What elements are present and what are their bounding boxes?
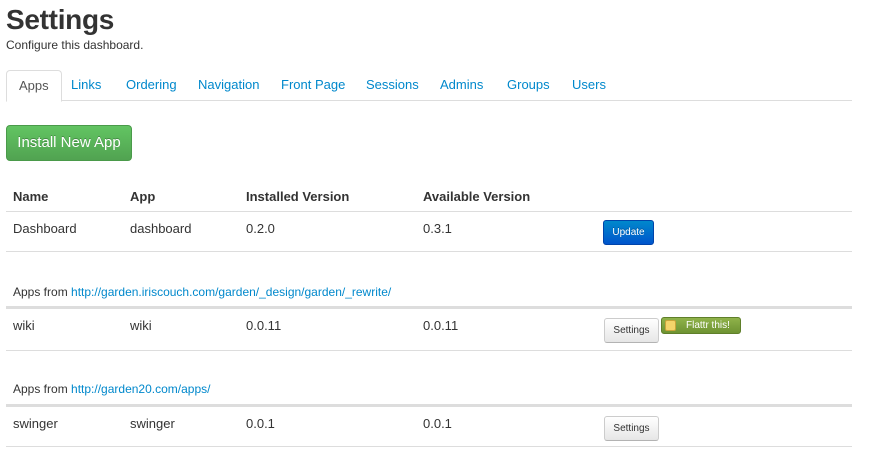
settings-button[interactable]: Settings: [604, 318, 659, 343]
row-divider: [6, 350, 852, 351]
available-version: 0.3.1: [423, 221, 452, 236]
header-divider: [6, 211, 852, 212]
app-name: swinger: [13, 416, 58, 431]
tab-sessions[interactable]: Sessions: [354, 70, 431, 101]
tab-ordering[interactable]: Ordering: [114, 70, 189, 101]
source-divider: [6, 404, 852, 407]
source-link[interactable]: http://garden20.com/apps/: [71, 382, 210, 396]
source-heading: Apps from http://garden20.com/apps/: [13, 382, 210, 396]
available-version: 0.0.1: [423, 416, 452, 431]
page-title: Settings: [6, 4, 115, 35]
source-heading: Apps from http://garden.iriscouch.com/ga…: [13, 285, 391, 299]
column-header-available-version: Available Version: [423, 189, 531, 204]
app-id: dashboard: [130, 221, 192, 236]
tab-users[interactable]: Users: [560, 70, 618, 101]
installed-version: 0.0.11: [246, 318, 282, 333]
available-version: 0.0.11: [423, 318, 459, 333]
installed-version: 0.2.0: [246, 221, 275, 236]
source-divider: [6, 306, 852, 309]
row-divider: [6, 446, 852, 447]
settings-page: Settings Configure this dashboard. Apps …: [0, 0, 879, 476]
flattr-button[interactable]: Flattr this!: [661, 317, 741, 334]
column-header-app: App: [130, 189, 156, 204]
source-prefix: Apps from: [13, 382, 68, 396]
column-header-name: Name: [13, 189, 49, 204]
flattr-icon: [665, 320, 676, 331]
flattr-label: Flattr this!: [686, 320, 730, 331]
app-name: wiki: [13, 318, 35, 333]
installed-version: 0.0.1: [246, 416, 275, 431]
tab-links[interactable]: Links: [59, 70, 113, 101]
tab-apps[interactable]: Apps: [6, 70, 62, 102]
tab-front-page[interactable]: Front Page: [269, 70, 357, 101]
column-header-installed-version: Installed Version: [246, 189, 350, 204]
app-name: Dashboard: [13, 221, 77, 236]
tab-admins[interactable]: Admins: [428, 70, 495, 101]
app-id: wiki: [130, 318, 152, 333]
tab-navigation[interactable]: Navigation: [186, 70, 271, 101]
tab-groups[interactable]: Groups: [495, 70, 562, 101]
source-link[interactable]: http://garden.iriscouch.com/garden/_desi…: [71, 285, 391, 299]
settings-tabs: Apps Links Ordering Navigation Front Pag…: [6, 70, 852, 102]
row-divider: [6, 251, 852, 252]
update-button[interactable]: Update: [603, 220, 654, 245]
install-new-app-button[interactable]: Install New App: [6, 125, 132, 161]
page-subtitle: Configure this dashboard.: [6, 38, 144, 52]
app-id: swinger: [130, 416, 175, 431]
settings-button[interactable]: Settings: [604, 416, 659, 441]
source-prefix: Apps from: [13, 285, 68, 299]
